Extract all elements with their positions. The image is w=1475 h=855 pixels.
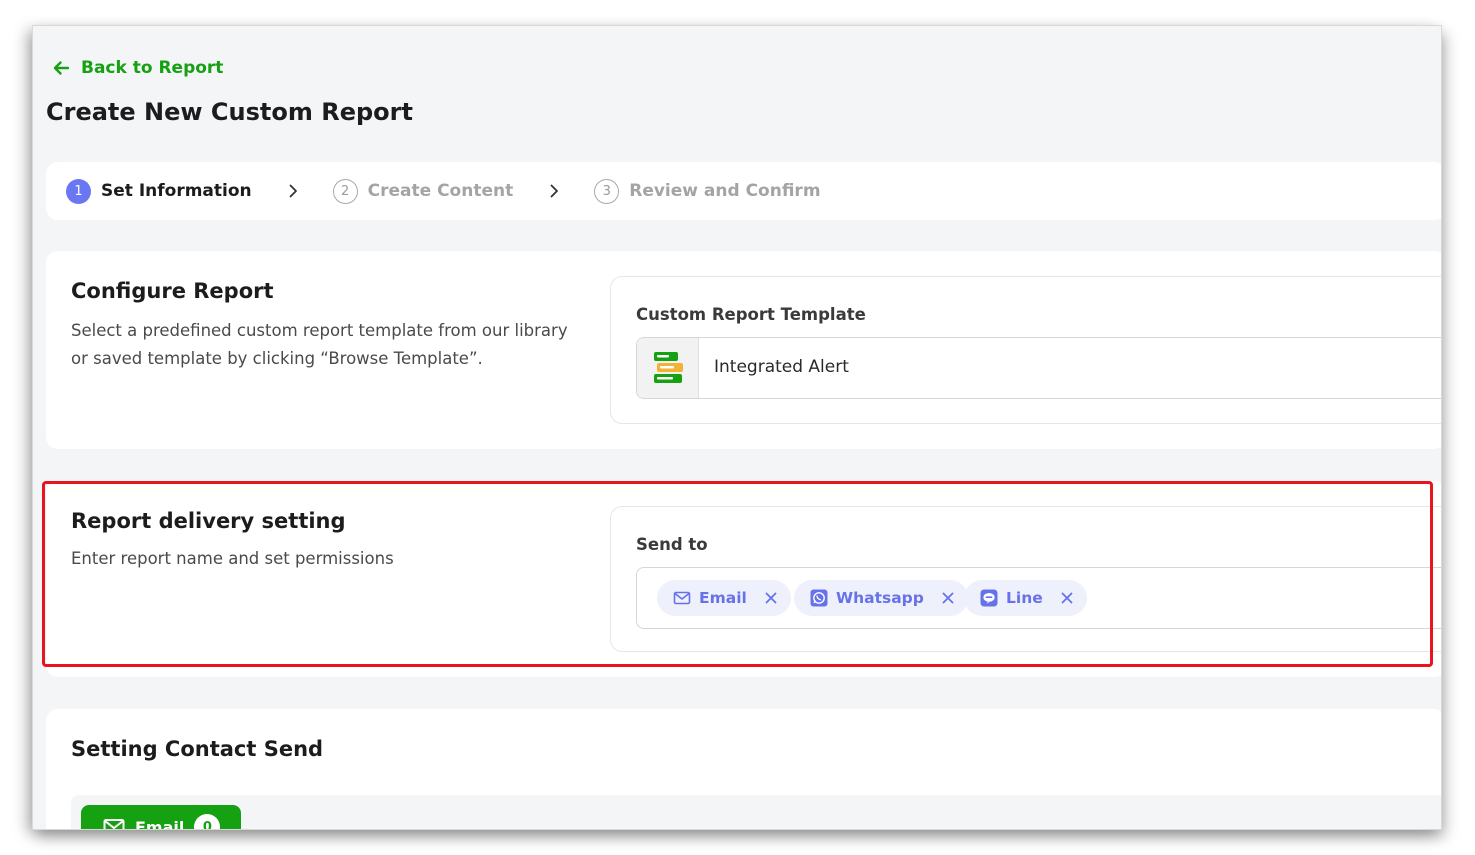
channel-chip-whatsapp[interactable]: Whatsapp [794,580,968,616]
channel-chip-email[interactable]: Email [657,580,791,616]
close-icon[interactable] [942,592,954,604]
template-icon-box [637,338,699,398]
close-icon[interactable] [765,592,777,604]
chip-label: Whatsapp [836,589,924,607]
step-label: Set Information [101,181,252,201]
count-badge: 0 [194,814,221,829]
template-panel: Custom Report Template Integrated Alert [610,276,1441,424]
arrow-left-icon [53,61,70,75]
back-link-label: Back to Report [81,58,224,78]
contact-tabs: Email 0 [71,795,1441,829]
configure-report-description: Select a predefined custom report templa… [71,321,568,368]
app-window: Back to Report Create New Custom Report … [33,26,1441,829]
report-delivery-card: Report delivery setting Enter report nam… [46,481,1441,677]
configure-report-title: Configure Report [71,279,274,303]
channel-chip-line[interactable]: Line [964,580,1087,616]
tab-email[interactable]: Email 0 [81,805,241,829]
send-to-label: Send to [636,535,708,554]
chevron-right-icon [550,184,559,198]
step-label: Create Content [367,181,514,201]
send-to-panel: Send to Email Whatsapp Line [610,506,1441,652]
whatsapp-icon [810,589,828,607]
step-set-information[interactable]: 1 Set Information [66,178,252,204]
template-label: Custom Report Template [636,305,866,324]
chip-label: Email [699,589,747,607]
back-to-report-link[interactable]: Back to Report [51,58,223,78]
delivery-title: Report delivery setting [71,509,346,533]
contact-send-title: Setting Contact Send [71,737,324,761]
step-label: Review and Confirm [629,181,821,201]
step-number: 2 [332,178,358,204]
step-review-and-confirm[interactable]: 3 Review and Confirm [594,178,821,204]
send-to-input[interactable]: Email Whatsapp Line [636,567,1441,629]
mail-icon [673,591,691,605]
chip-label: Line [1006,589,1043,607]
template-select[interactable]: Integrated Alert [636,337,1441,399]
stacked-layers-icon [653,352,683,383]
line-chat-icon [980,589,998,607]
mail-icon [103,819,125,829]
stepper: 1 Set Information 2 Create Content 3 Rev… [46,162,1441,220]
step-create-content[interactable]: 2 Create Content [332,178,514,204]
template-value: Integrated Alert [714,357,849,377]
step-number: 3 [594,178,620,204]
tab-label: Email [135,817,185,830]
step-number: 1 [66,178,91,204]
chevron-right-icon [289,184,297,198]
configure-report-card: Configure Report Select a predefined cus… [46,251,1441,449]
contact-send-card: Setting Contact Send Email 0 [46,709,1441,829]
delivery-description: Enter report name and set permissions [71,549,394,568]
close-icon[interactable] [1061,592,1073,604]
page-title: Create New Custom Report [46,98,413,126]
